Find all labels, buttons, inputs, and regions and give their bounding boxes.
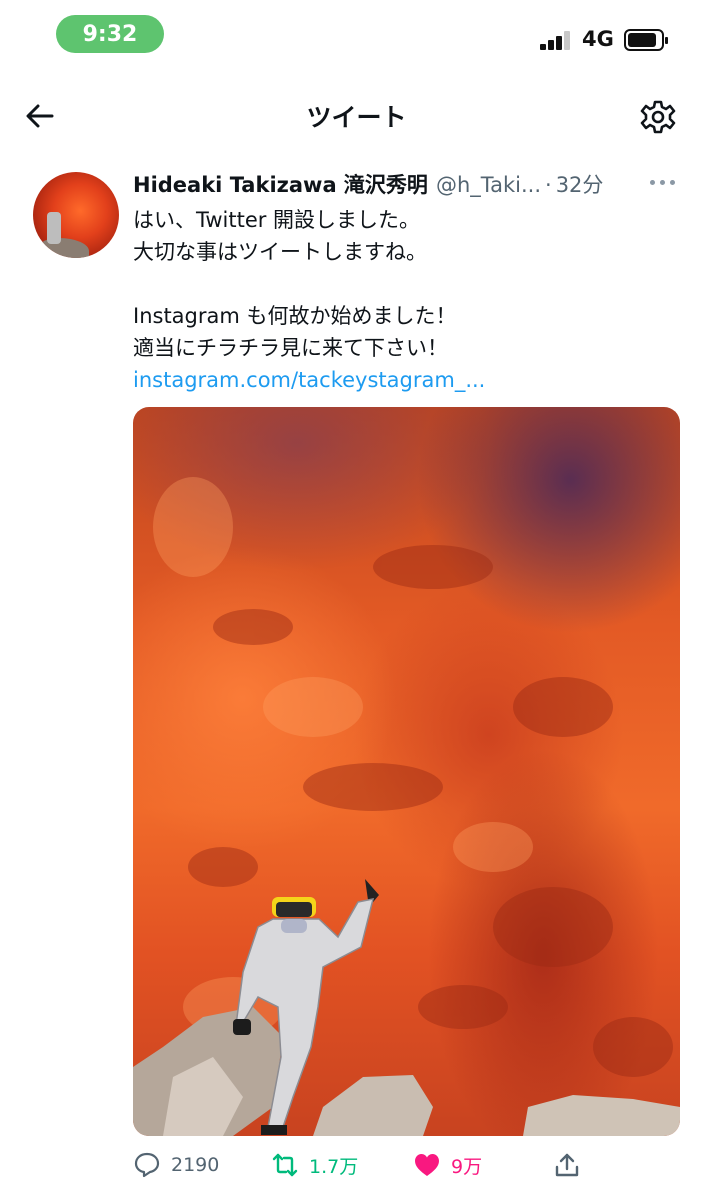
lava-photo [133, 477, 680, 1136]
tweet-author-row: Hideaki Takizawa 滝沢秀明 @h_Taki... · 32分 [133, 169, 693, 199]
status-time: 9:32 [56, 15, 164, 53]
reply-icon [134, 1152, 160, 1178]
tweet-media-image[interactable] [133, 407, 680, 1136]
heart-icon [415, 1154, 439, 1176]
tweet-actions: 2190 1.7万 9万 [133, 1148, 693, 1182]
page-title: ツイート [306, 103, 407, 132]
share-icon [555, 1153, 579, 1177]
tweet-text-line: Instagram も何故か始めました！ [133, 304, 457, 328]
network-type: 4G [582, 27, 614, 51]
like-count: 9万 [451, 1155, 483, 1178]
share-button[interactable] [553, 1148, 581, 1182]
avatar[interactable] [33, 172, 119, 258]
separator-dot: · [545, 173, 552, 197]
author-handle[interactable]: @h_Taki... [436, 173, 541, 197]
tweet-text-line: 適当にチラチラ見に来て下さい！ [133, 336, 448, 360]
tweet-link[interactable]: instagram.com/tackeystagram_... [133, 364, 683, 396]
tweet-text: はい、Twitter 開設しました。 大切な事はツイートしますね。 Instag… [133, 204, 683, 396]
nav-header: ツイート [0, 86, 713, 146]
more-options-icon[interactable] [650, 172, 680, 192]
gear-icon[interactable] [638, 97, 678, 137]
tweet-text-line: 大切な事はツイートしますね。 [133, 240, 427, 264]
retweet-button[interactable]: 1.7万 [271, 1148, 358, 1182]
retweet-icon [272, 1153, 298, 1177]
retweet-count: 1.7万 [309, 1155, 359, 1178]
status-bar: 9:32 4G [0, 0, 713, 70]
tweet-timestamp[interactable]: 32分 [556, 169, 604, 199]
like-button[interactable]: 9万 [413, 1148, 482, 1182]
cellular-signal-icon [540, 30, 572, 50]
author-display-name[interactable]: Hideaki Takizawa 滝沢秀明 [133, 169, 428, 199]
battery-icon [624, 29, 668, 51]
reply-button[interactable]: 2190 [133, 1148, 219, 1182]
reply-count: 2190 [171, 1154, 220, 1176]
tweet-text-line: はい、Twitter 開設しました。 [133, 208, 421, 232]
